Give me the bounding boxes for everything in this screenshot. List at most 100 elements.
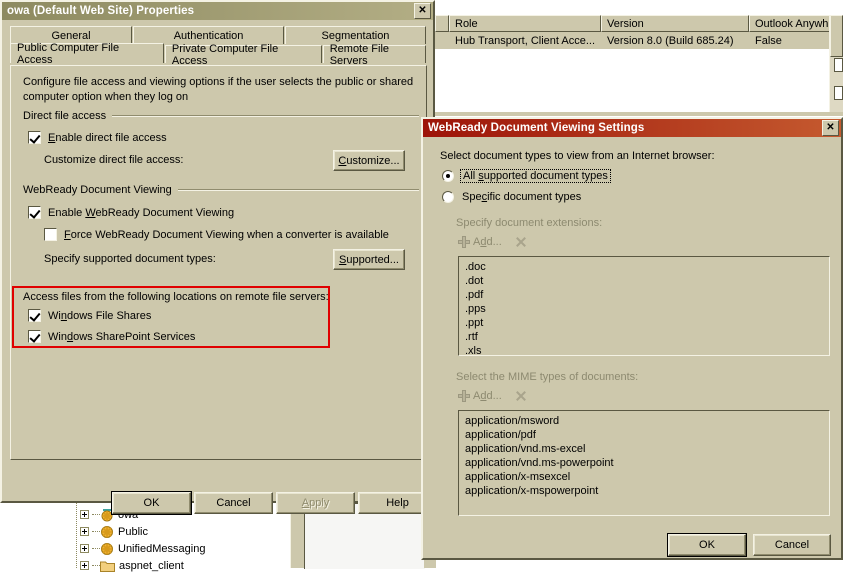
customize-button[interactable]: Customize...	[333, 150, 405, 171]
dialog2-titlebar[interactable]: WebReady Document Viewing Settings ✕	[423, 119, 841, 137]
tree-item-unifiedmessaging[interactable]: UnifiedMessaging	[80, 540, 205, 557]
tab-segmentation[interactable]: Segmentation	[285, 26, 426, 44]
tree-connector	[92, 564, 100, 567]
tree-connector-line	[76, 501, 77, 568]
checkbox-label: Windows File Shares	[48, 309, 152, 322]
apply-button-label: Apply	[301, 497, 330, 509]
mime-listbox[interactable]: application/msword application/pdf appli…	[458, 410, 830, 516]
tab-public-computer-file-access[interactable]: Public Computer File Access	[10, 42, 164, 66]
tree-item-label: aspnet_client	[119, 559, 184, 572]
extensions-listbox[interactable]: .doc .dot .pdf .pps .ppt .rtf .xls	[458, 256, 830, 356]
instruction-label: Select document types to view from an In…	[440, 150, 715, 162]
supported-button[interactable]: Supported...	[333, 249, 405, 270]
page-description: Configure file access and viewing option…	[23, 76, 414, 103]
plus-icon	[458, 236, 470, 248]
scrollbar-thumb[interactable]	[830, 15, 843, 57]
expand-icon[interactable]	[80, 510, 89, 519]
checkbox-box[interactable]	[28, 309, 41, 322]
cancel-button[interactable]: Cancel	[753, 534, 831, 556]
tab-private-computer-file-access[interactable]: Private Computer File Access	[164, 43, 322, 67]
checkbox-label: Windows SharePoint Services	[48, 330, 196, 343]
radio-button[interactable]	[442, 191, 454, 203]
plus-icon	[458, 390, 470, 402]
edge-clipped-control-1[interactable]	[834, 58, 843, 72]
radio-specific-document-types[interactable]: Specific document types	[442, 191, 583, 203]
checkbox-label: Enable WebReady Document Viewing	[48, 206, 235, 219]
group-webready-header: WebReady Document Viewing	[23, 184, 419, 196]
mime-label: Select the MIME types of documents:	[456, 371, 639, 383]
ok-button[interactable]: OK	[667, 533, 747, 557]
tree-item-aspnet-client[interactable]: aspnet_client	[80, 557, 184, 574]
web-application-icon	[100, 542, 114, 556]
list-item[interactable]: application/x-mspowerpoint	[465, 484, 829, 498]
tab-strip[interactable]: General Authentication Segmentation Publ…	[10, 26, 427, 67]
radio-all-supported-document-types[interactable]: All supported document types	[442, 169, 611, 183]
checkbox-box[interactable]	[44, 228, 57, 241]
close-icon[interactable]: ✕	[414, 3, 431, 19]
column-header-selector[interactable]	[435, 15, 449, 32]
supported-button-label: Supported...	[339, 253, 399, 266]
windows-sharepoint-services-checkbox[interactable]: Windows SharePoint Services	[28, 330, 195, 343]
dialog1-titlebar[interactable]: owa (Default Web Site) Properties ✕	[2, 2, 433, 20]
column-header-version[interactable]: Version	[601, 15, 749, 32]
webready-settings-dialog[interactable]: WebReady Document Viewing Settings ✕ Sel…	[421, 117, 843, 560]
tree-connector	[92, 513, 100, 516]
enable-direct-file-access-checkbox[interactable]: Enable direct file access	[28, 131, 167, 144]
checkbox-box[interactable]	[28, 131, 41, 144]
list-item[interactable]: .pdf	[465, 288, 829, 302]
server-result-pane[interactable]: Role Version Outlook Anywh Hub Transport…	[435, 15, 843, 112]
customize-direct-file-access-label: Customize direct file access:	[44, 154, 184, 166]
edge-clipped-control-2[interactable]	[834, 86, 843, 100]
list-item[interactable]: application/x-msexcel	[465, 470, 829, 484]
cell-role: Hub Transport, Client Acce...	[455, 34, 596, 47]
result-pane-empty-area	[435, 49, 843, 112]
pane-splitter-horizontal[interactable]	[435, 112, 843, 116]
ok-button[interactable]: OK	[111, 491, 192, 515]
group-title: Direct file access	[23, 110, 107, 122]
list-item[interactable]: application/pdf	[465, 428, 829, 442]
list-item[interactable]: .pps	[465, 302, 829, 316]
close-icon[interactable]: ✕	[822, 120, 839, 136]
list-item[interactable]: .dot	[465, 274, 829, 288]
tab-remote-file-servers[interactable]: Remote File Servers	[322, 43, 426, 67]
list-item[interactable]: .doc	[465, 260, 829, 274]
cancel-button[interactable]: Cancel	[194, 492, 273, 514]
checkbox-box[interactable]	[28, 206, 41, 219]
checkbox-box[interactable]	[28, 330, 41, 343]
group-divider	[112, 115, 419, 117]
force-webready-checkbox[interactable]: Force WebReady Document Viewing when a c…	[44, 228, 389, 241]
tree-item-label: UnifiedMessaging	[118, 542, 206, 555]
enable-webready-checkbox[interactable]: Enable WebReady Document Viewing	[28, 206, 234, 219]
owa-properties-dialog[interactable]: owa (Default Web Site) Properties ✕ Gene…	[0, 0, 437, 515]
group-divider	[177, 189, 419, 191]
checkbox-label: Enable direct file access	[48, 131, 167, 144]
column-header-role[interactable]: Role	[449, 15, 601, 32]
expand-icon[interactable]	[80, 544, 89, 553]
list-item[interactable]: .rtf	[465, 330, 829, 344]
cell-version: Version 8.0 (Build 685.24)	[607, 34, 734, 47]
add-mime-label: Add...	[473, 390, 502, 402]
list-item[interactable]: application/vnd.ms-excel	[465, 442, 829, 456]
checkbox-label: Force WebReady Document Viewing when a c…	[64, 228, 389, 241]
remote-locations-label: Access files from the following location…	[23, 291, 329, 303]
radio-label: Specific document types	[462, 191, 582, 203]
delete-x-icon	[515, 236, 527, 248]
list-item[interactable]: .xls	[465, 344, 829, 355]
list-item[interactable]: .ppt	[465, 316, 829, 330]
table-row[interactable]: Hub Transport, Client Acce... Version 8.…	[435, 32, 843, 49]
group-direct-file-access-header: Direct file access	[23, 110, 419, 122]
add-mime-button: Add...	[458, 390, 527, 402]
folder-icon	[100, 560, 115, 572]
windows-file-shares-checkbox[interactable]: Windows File Shares	[28, 309, 151, 322]
tree-item-public[interactable]: Public	[80, 523, 148, 540]
add-extension-button: Add...	[458, 236, 527, 248]
list-item[interactable]: application/msword	[465, 414, 829, 428]
tree-connector	[92, 547, 100, 550]
specify-supported-types-label: Specify supported document types:	[44, 253, 216, 265]
group-title: WebReady Document Viewing	[23, 184, 172, 196]
radio-button[interactable]	[442, 170, 454, 182]
expand-icon[interactable]	[80, 527, 89, 536]
expand-icon[interactable]	[80, 561, 89, 570]
dialog1-title: owa (Default Web Site) Properties	[7, 5, 195, 17]
list-item[interactable]: application/vnd.ms-powerpoint	[465, 456, 829, 470]
